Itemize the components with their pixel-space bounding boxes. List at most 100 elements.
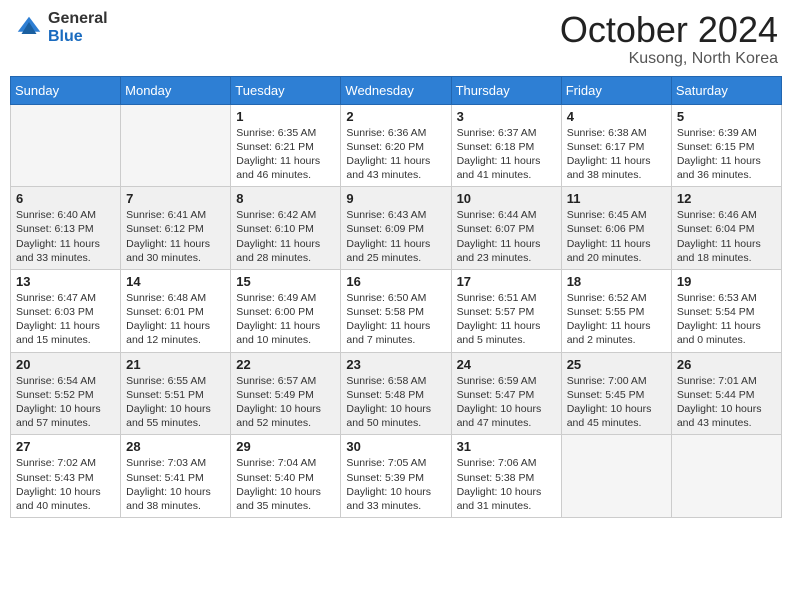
day-info: Sunrise: 7:01 AMSunset: 5:44 PMDaylight:… — [677, 374, 776, 431]
calendar-cell: 31 Sunrise: 7:06 AMSunset: 5:38 PMDayligh… — [451, 435, 561, 518]
calendar-cell: 1 Sunrise: 6:35 AMSunset: 6:21 PMDaylight… — [231, 104, 341, 187]
day-number: 25 — [567, 357, 666, 372]
calendar-cell: 22 Sunrise: 6:57 AMSunset: 5:49 PMDayligh… — [231, 352, 341, 435]
header-thursday: Thursday — [451, 76, 561, 104]
calendar-cell: 28 Sunrise: 7:03 AMSunset: 5:41 PMDayligh… — [121, 435, 231, 518]
calendar-cell: 4 Sunrise: 6:38 AMSunset: 6:17 PMDaylight… — [561, 104, 671, 187]
logo-text: General Blue — [48, 10, 108, 45]
page-header: General Blue October 2024 Kusong, North … — [10, 10, 782, 68]
calendar-cell: 5Sunrise: 6:39 AMSunset: 6:15 PMDaylight… — [671, 104, 781, 187]
day-number: 30 — [346, 439, 445, 454]
day-info: Sunrise: 6:42 AMSunset: 6:10 PMDaylight:… — [236, 208, 335, 265]
day-info: Sunrise: 6:38 AMSunset: 6:17 PMDaylight:… — [567, 126, 666, 183]
calendar-cell — [121, 104, 231, 187]
day-number: 10 — [457, 191, 556, 206]
calendar-cell: 25 Sunrise: 7:00 AMSunset: 5:45 PMDayligh… — [561, 352, 671, 435]
calendar-cell: 29 Sunrise: 7:04 AMSunset: 5:40 PMDayligh… — [231, 435, 341, 518]
day-number: 1 — [236, 109, 335, 124]
calendar-cell: 21 Sunrise: 6:55 AMSunset: 5:51 PMDayligh… — [121, 352, 231, 435]
day-info: Sunrise: 6:41 AMSunset: 6:12 PMDaylight:… — [126, 208, 225, 265]
logo-blue-text: Blue — [48, 28, 108, 46]
day-number: 15 — [236, 274, 335, 289]
calendar-cell — [11, 104, 121, 187]
calendar-week-row: 6 Sunrise: 6:40 AMSunset: 6:13 PMDaylight… — [11, 187, 782, 270]
calendar-cell: 10Sunrise: 6:44 AMSunset: 6:07 PMDayligh… — [451, 187, 561, 270]
calendar-location: Kusong, North Korea — [560, 50, 778, 68]
logo-icon — [14, 13, 44, 43]
calendar-header-row: SundayMondayTuesdayWednesdayThursdayFrid… — [11, 76, 782, 104]
day-number: 31 — [457, 439, 556, 454]
calendar-cell: 17 Sunrise: 6:51 AMSunset: 5:57 PMDayligh… — [451, 269, 561, 352]
day-info: Sunrise: 6:35 AMSunset: 6:21 PMDaylight:… — [236, 126, 335, 183]
day-info: Sunrise: 6:55 AMSunset: 5:51 PMDaylight:… — [126, 374, 225, 431]
calendar-cell: 19 Sunrise: 6:53 AMSunset: 5:54 PMDayligh… — [671, 269, 781, 352]
calendar-cell: 12 Sunrise: 6:46 AMSunset: 6:04 PMDayligh… — [671, 187, 781, 270]
calendar-cell: 3Sunrise: 6:37 AMSunset: 6:18 PMDaylight… — [451, 104, 561, 187]
day-info: Sunrise: 6:46 AMSunset: 6:04 PMDaylight:… — [677, 208, 776, 265]
header-wednesday: Wednesday — [341, 76, 451, 104]
title-block: October 2024 Kusong, North Korea — [560, 10, 778, 68]
day-number: 7 — [126, 191, 225, 206]
day-number: 20 — [16, 357, 115, 372]
day-number: 23 — [346, 357, 445, 372]
day-info: Sunrise: 7:00 AMSunset: 5:45 PMDaylight:… — [567, 374, 666, 431]
header-sunday: Sunday — [11, 76, 121, 104]
calendar-cell — [561, 435, 671, 518]
day-number: 13 — [16, 274, 115, 289]
calendar-cell: 14 Sunrise: 6:48 AMSunset: 6:01 PMDayligh… — [121, 269, 231, 352]
day-info: Sunrise: 7:03 AMSunset: 5:41 PMDaylight:… — [126, 456, 225, 513]
calendar-cell: 9 Sunrise: 6:43 AMSunset: 6:09 PMDaylight… — [341, 187, 451, 270]
calendar-week-row: 1 Sunrise: 6:35 AMSunset: 6:21 PMDaylight… — [11, 104, 782, 187]
calendar-cell: 18Sunrise: 6:52 AMSunset: 5:55 PMDayligh… — [561, 269, 671, 352]
calendar-cell: 16 Sunrise: 6:50 AMSunset: 5:58 PMDayligh… — [341, 269, 451, 352]
day-number: 22 — [236, 357, 335, 372]
day-number: 8 — [236, 191, 335, 206]
day-info: Sunrise: 6:49 AMSunset: 6:00 PMDaylight:… — [236, 291, 335, 348]
day-info: Sunrise: 7:06 AMSunset: 5:38 PMDaylight:… — [457, 456, 556, 513]
calendar-cell: 24Sunrise: 6:59 AMSunset: 5:47 PMDayligh… — [451, 352, 561, 435]
day-info: Sunrise: 6:45 AMSunset: 6:06 PMDaylight:… — [567, 208, 666, 265]
calendar-cell: 20 Sunrise: 6:54 AMSunset: 5:52 PMDayligh… — [11, 352, 121, 435]
day-number: 17 — [457, 274, 556, 289]
header-tuesday: Tuesday — [231, 76, 341, 104]
day-info: Sunrise: 6:57 AMSunset: 5:49 PMDaylight:… — [236, 374, 335, 431]
calendar-cell: 8 Sunrise: 6:42 AMSunset: 6:10 PMDaylight… — [231, 187, 341, 270]
day-info: Sunrise: 6:43 AMSunset: 6:09 PMDaylight:… — [346, 208, 445, 265]
calendar-cell: 15 Sunrise: 6:49 AMSunset: 6:00 PMDayligh… — [231, 269, 341, 352]
day-number: 27 — [16, 439, 115, 454]
calendar-week-row: 13 Sunrise: 6:47 AMSunset: 6:03 PMDayligh… — [11, 269, 782, 352]
day-number: 6 — [16, 191, 115, 206]
day-number: 29 — [236, 439, 335, 454]
calendar-cell: 26Sunrise: 7:01 AMSunset: 5:44 PMDayligh… — [671, 352, 781, 435]
calendar-cell: 7 Sunrise: 6:41 AMSunset: 6:12 PMDaylight… — [121, 187, 231, 270]
day-info: Sunrise: 7:05 AMSunset: 5:39 PMDaylight:… — [346, 456, 445, 513]
calendar-cell: 23 Sunrise: 6:58 AMSunset: 5:48 PMDayligh… — [341, 352, 451, 435]
day-info: Sunrise: 6:51 AMSunset: 5:57 PMDaylight:… — [457, 291, 556, 348]
calendar-week-row: 20 Sunrise: 6:54 AMSunset: 5:52 PMDayligh… — [11, 352, 782, 435]
calendar-cell: 2Sunrise: 6:36 AMSunset: 6:20 PMDaylight… — [341, 104, 451, 187]
day-number: 24 — [457, 357, 556, 372]
day-info: Sunrise: 7:02 AMSunset: 5:43 PMDaylight:… — [16, 456, 115, 513]
day-number: 4 — [567, 109, 666, 124]
day-number: 21 — [126, 357, 225, 372]
calendar-cell — [671, 435, 781, 518]
day-info: Sunrise: 6:36 AMSunset: 6:20 PMDaylight:… — [346, 126, 445, 183]
day-number: 19 — [677, 274, 776, 289]
day-info: Sunrise: 6:48 AMSunset: 6:01 PMDaylight:… — [126, 291, 225, 348]
day-number: 16 — [346, 274, 445, 289]
day-number: 12 — [677, 191, 776, 206]
day-info: Sunrise: 6:54 AMSunset: 5:52 PMDaylight:… — [16, 374, 115, 431]
day-number: 11 — [567, 191, 666, 206]
day-number: 14 — [126, 274, 225, 289]
day-number: 28 — [126, 439, 225, 454]
day-number: 9 — [346, 191, 445, 206]
calendar-title: October 2024 — [560, 10, 778, 50]
day-info: Sunrise: 7:04 AMSunset: 5:40 PMDaylight:… — [236, 456, 335, 513]
day-info: Sunrise: 6:53 AMSunset: 5:54 PMDaylight:… — [677, 291, 776, 348]
day-info: Sunrise: 6:58 AMSunset: 5:48 PMDaylight:… — [346, 374, 445, 431]
day-info: Sunrise: 6:50 AMSunset: 5:58 PMDaylight:… — [346, 291, 445, 348]
day-info: Sunrise: 6:40 AMSunset: 6:13 PMDaylight:… — [16, 208, 115, 265]
day-info: Sunrise: 6:47 AMSunset: 6:03 PMDaylight:… — [16, 291, 115, 348]
day-info: Sunrise: 6:37 AMSunset: 6:18 PMDaylight:… — [457, 126, 556, 183]
header-monday: Monday — [121, 76, 231, 104]
